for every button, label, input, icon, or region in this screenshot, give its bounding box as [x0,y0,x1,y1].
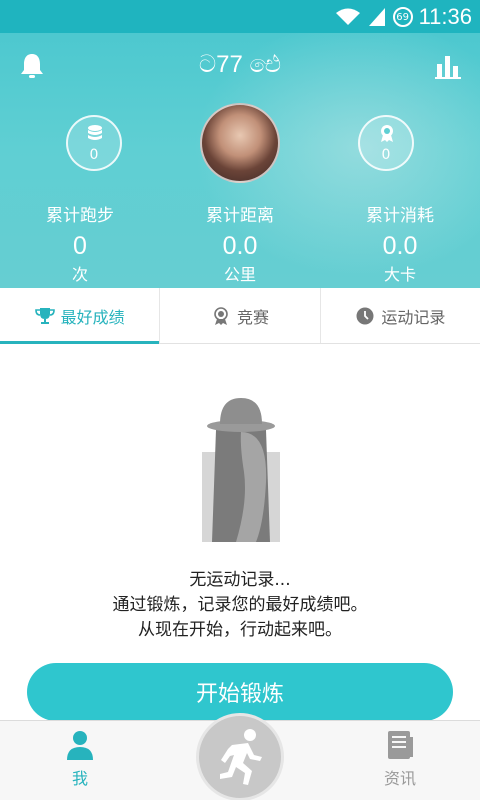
medal-count: 0 [381,147,391,163]
stat-unit: 次 [71,265,88,284]
empty-state-illustration [202,398,280,542]
newspaper-icon [388,731,413,759]
nav-label: 资讯 [383,769,416,788]
wifi-icon [335,8,360,25]
tab-best-results[interactable]: 最好成绩 [0,288,160,344]
tab-label: 运动记录 [381,307,446,327]
nav-me[interactable]: 我 [40,727,120,789]
tab-label: 竞赛 [236,307,269,327]
profile-header: ට77 ඓ 0 0 累计跑步 0 次 累计距离 0.0 公里 累计消耗 0.0 … [0,33,480,288]
empty-message-line: 通过锻炼，记录您的最好成绩吧。 [112,595,368,615]
stat-label: 累计跑步 [46,206,114,226]
empty-message-title: 无运动记录... [189,570,291,590]
stat-unit: 公里 [223,265,256,284]
clock-icon [356,307,374,324]
tab-label: 最好成绩 [60,307,125,327]
stat-value: 0 [73,232,87,260]
coins-count: 0 [89,147,99,163]
runner-icon [220,729,262,785]
tab-exercise-records[interactable]: 运动记录 [319,288,480,343]
bar-chart-icon[interactable] [434,51,462,81]
nav-news[interactable]: 资讯 [360,727,440,789]
empty-message-line: 从现在开始，行动起来吧。 [138,620,342,640]
person-icon [67,731,93,760]
nav-label: 我 [71,769,88,788]
avatar[interactable] [200,103,280,183]
coins-badge[interactable]: 0 [66,115,122,171]
username: ට77 ඓ [198,51,282,78]
header-toolbar: ට77 ඓ [0,47,480,83]
stat-value: 0.0 [382,232,418,260]
coin-stack-icon [88,125,102,140]
stat-value: 0.0 [222,232,258,260]
stat-total-runs: 累计跑步 0 次 [0,201,160,285]
stat-label: 累计距离 [206,206,274,226]
trophy-icon [34,307,55,324]
medal-icon [214,306,228,325]
stat-total-calories: 累计消耗 0.0 大卡 [320,201,480,285]
battery-indicator: 69 [392,7,413,27]
ribbon-medal-icon [381,125,393,142]
signal-icon [368,8,385,26]
run-button[interactable] [196,713,284,800]
status-time: 11:36 [418,4,472,29]
status-icons: 69 11:36 [335,4,472,30]
stat-unit: 大卡 [383,265,416,284]
stat-total-distance: 累计距离 0.0 公里 [160,201,320,285]
tab-bar: 最好成绩 竞赛 运动记录 [0,288,480,344]
stat-label: 累计消耗 [366,206,434,226]
medal-badge[interactable]: 0 [358,115,414,171]
tab-competition[interactable]: 竞赛 [159,288,319,343]
status-bar: 69 11:36 [0,0,480,33]
